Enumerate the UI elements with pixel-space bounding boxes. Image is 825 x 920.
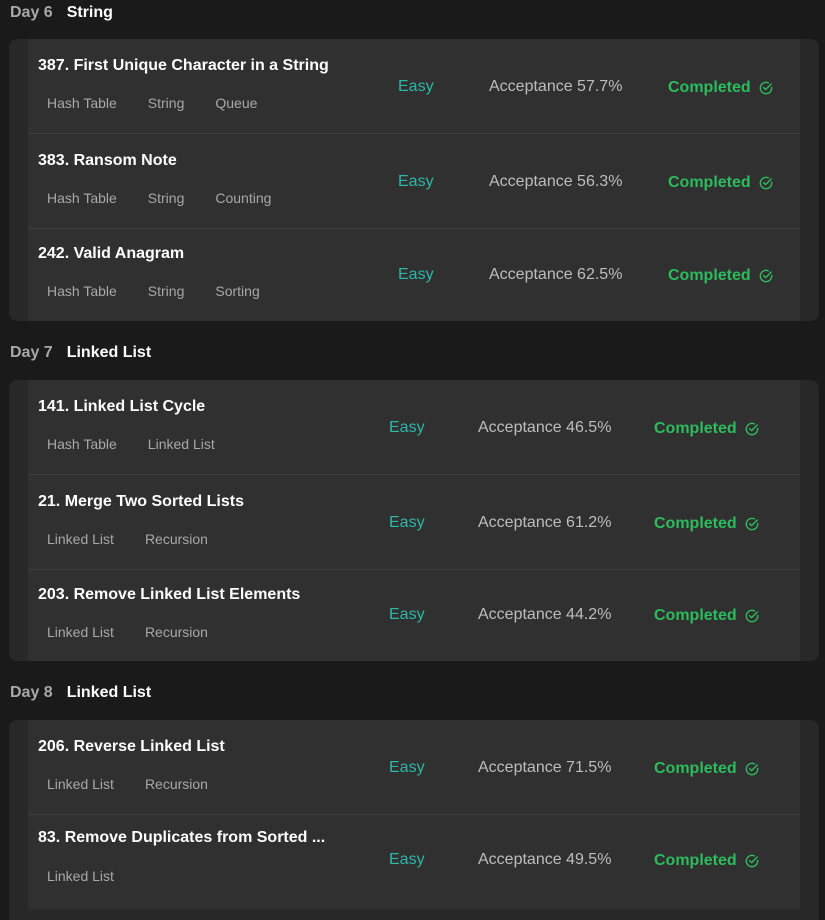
acceptance-rate: Acceptance 56.3% bbox=[489, 173, 623, 190]
problem-title[interactable]: 21. Merge Two Sorted Lists bbox=[38, 493, 244, 511]
day-header: Day 8 Linked List bbox=[10, 684, 151, 702]
tag[interactable]: Linked List bbox=[47, 868, 114, 884]
status-label: Completed bbox=[654, 760, 737, 777]
problem-card: 206. Reverse Linked List Linked List Rec… bbox=[9, 720, 819, 920]
problem-title[interactable]: 383. Ransom Note bbox=[38, 152, 177, 170]
tag-list: Linked List bbox=[47, 868, 145, 884]
tag[interactable]: Linked List bbox=[47, 531, 114, 547]
day-header: Day 6 String bbox=[10, 4, 113, 22]
day-topic: String bbox=[66, 4, 113, 21]
status-label: Completed bbox=[668, 174, 751, 191]
tag[interactable]: Hash Table bbox=[47, 436, 117, 452]
status-badge: Completed bbox=[654, 512, 759, 536]
difficulty-label: Easy bbox=[389, 851, 425, 868]
problem-row[interactable]: 383. Ransom Note Hash Table String Count… bbox=[28, 134, 800, 229]
problem-row[interactable]: 242. Valid Anagram Hash Table String Sor… bbox=[28, 229, 800, 321]
tag-list: Hash Table Linked List bbox=[47, 436, 246, 452]
tag[interactable]: Queue bbox=[215, 95, 257, 111]
day-number: Day 7 bbox=[10, 344, 53, 361]
acceptance-rate: Acceptance 57.7% bbox=[489, 78, 623, 95]
status-badge: Completed bbox=[668, 171, 773, 195]
status-badge: Completed bbox=[654, 757, 759, 781]
tag-list: Hash Table String Counting bbox=[47, 190, 302, 206]
tag[interactable]: Hash Table bbox=[47, 95, 117, 111]
difficulty-label: Easy bbox=[389, 759, 425, 776]
status-badge: Completed bbox=[668, 264, 773, 288]
status-label: Completed bbox=[654, 515, 737, 532]
problem-row[interactable]: 206. Reverse Linked List Linked List Rec… bbox=[28, 720, 800, 815]
tag-list: Hash Table String Queue bbox=[47, 95, 288, 111]
tag-list: Linked List Recursion bbox=[47, 624, 239, 640]
difficulty-label: Easy bbox=[398, 173, 434, 190]
tag[interactable]: Recursion bbox=[145, 776, 208, 792]
tag[interactable]: Recursion bbox=[145, 531, 208, 547]
check-circle-icon bbox=[745, 609, 759, 623]
tag[interactable]: Sorting bbox=[215, 283, 259, 299]
day-number: Day 8 bbox=[10, 684, 53, 701]
check-circle-icon bbox=[745, 517, 759, 531]
acceptance-rate: Acceptance 44.2% bbox=[478, 606, 612, 623]
tag[interactable]: String bbox=[148, 190, 185, 206]
difficulty-label: Easy bbox=[398, 266, 434, 283]
check-circle-icon bbox=[745, 762, 759, 776]
check-circle-icon bbox=[759, 176, 773, 190]
check-circle-icon bbox=[745, 422, 759, 436]
difficulty-label: Easy bbox=[398, 78, 434, 95]
problem-row[interactable]: 21. Merge Two Sorted Lists Linked List R… bbox=[28, 475, 800, 570]
status-label: Completed bbox=[668, 79, 751, 96]
problem-title[interactable]: 83. Remove Duplicates from Sorted ... bbox=[38, 829, 325, 847]
status-label: Completed bbox=[654, 607, 737, 624]
day-topic: Linked List bbox=[66, 344, 152, 361]
problem-title[interactable]: 141. Linked List Cycle bbox=[38, 398, 205, 416]
tag[interactable]: Counting bbox=[215, 190, 271, 206]
problem-title[interactable]: 242. Valid Anagram bbox=[38, 245, 184, 263]
acceptance-rate: Acceptance 49.5% bbox=[478, 851, 612, 868]
status-badge: Completed bbox=[654, 417, 759, 441]
status-label: Completed bbox=[654, 852, 737, 869]
problem-row[interactable]: 203. Remove Linked List Elements Linked … bbox=[28, 570, 800, 661]
problem-row[interactable]: 83. Remove Duplicates from Sorted ... Li… bbox=[28, 815, 800, 909]
acceptance-rate: Acceptance 46.5% bbox=[478, 419, 612, 436]
problem-title[interactable]: 206. Reverse Linked List bbox=[38, 738, 225, 756]
day-header: Day 7 Linked List bbox=[10, 344, 151, 362]
difficulty-label: Easy bbox=[389, 419, 425, 436]
problem-card: 387. First Unique Character in a String … bbox=[9, 39, 819, 321]
problem-title[interactable]: 387. First Unique Character in a String bbox=[38, 57, 329, 75]
status-badge: Completed bbox=[654, 849, 759, 873]
tag[interactable]: Hash Table bbox=[47, 190, 117, 206]
check-circle-icon bbox=[745, 854, 759, 868]
tag[interactable]: String bbox=[148, 283, 185, 299]
tag[interactable]: Hash Table bbox=[47, 283, 117, 299]
day-topic: Linked List bbox=[66, 684, 152, 701]
status-label: Completed bbox=[654, 420, 737, 437]
check-circle-icon bbox=[759, 81, 773, 95]
status-label: Completed bbox=[668, 267, 751, 284]
tag[interactable]: String bbox=[148, 95, 185, 111]
status-badge: Completed bbox=[668, 76, 773, 100]
difficulty-label: Easy bbox=[389, 606, 425, 623]
status-badge: Completed bbox=[654, 604, 759, 628]
tag-list: Hash Table String Sorting bbox=[47, 283, 291, 299]
problem-card: 141. Linked List Cycle Hash Table Linked… bbox=[9, 380, 819, 661]
check-circle-icon bbox=[759, 269, 773, 283]
tag[interactable]: Recursion bbox=[145, 624, 208, 640]
acceptance-rate: Acceptance 62.5% bbox=[489, 266, 623, 283]
problem-title[interactable]: 203. Remove Linked List Elements bbox=[38, 586, 300, 604]
acceptance-rate: Acceptance 61.2% bbox=[478, 514, 612, 531]
problem-row[interactable]: 141. Linked List Cycle Hash Table Linked… bbox=[28, 380, 800, 475]
tag[interactable]: Linked List bbox=[47, 776, 114, 792]
tag-list: Linked List Recursion bbox=[47, 531, 239, 547]
problem-row[interactable]: 387. First Unique Character in a String … bbox=[28, 39, 800, 134]
day-number: Day 6 bbox=[10, 4, 53, 21]
acceptance-rate: Acceptance 71.5% bbox=[478, 759, 612, 776]
difficulty-label: Easy bbox=[389, 514, 425, 531]
tag-list: Linked List Recursion bbox=[47, 776, 239, 792]
tag[interactable]: Linked List bbox=[47, 624, 114, 640]
tag[interactable]: Linked List bbox=[148, 436, 215, 452]
